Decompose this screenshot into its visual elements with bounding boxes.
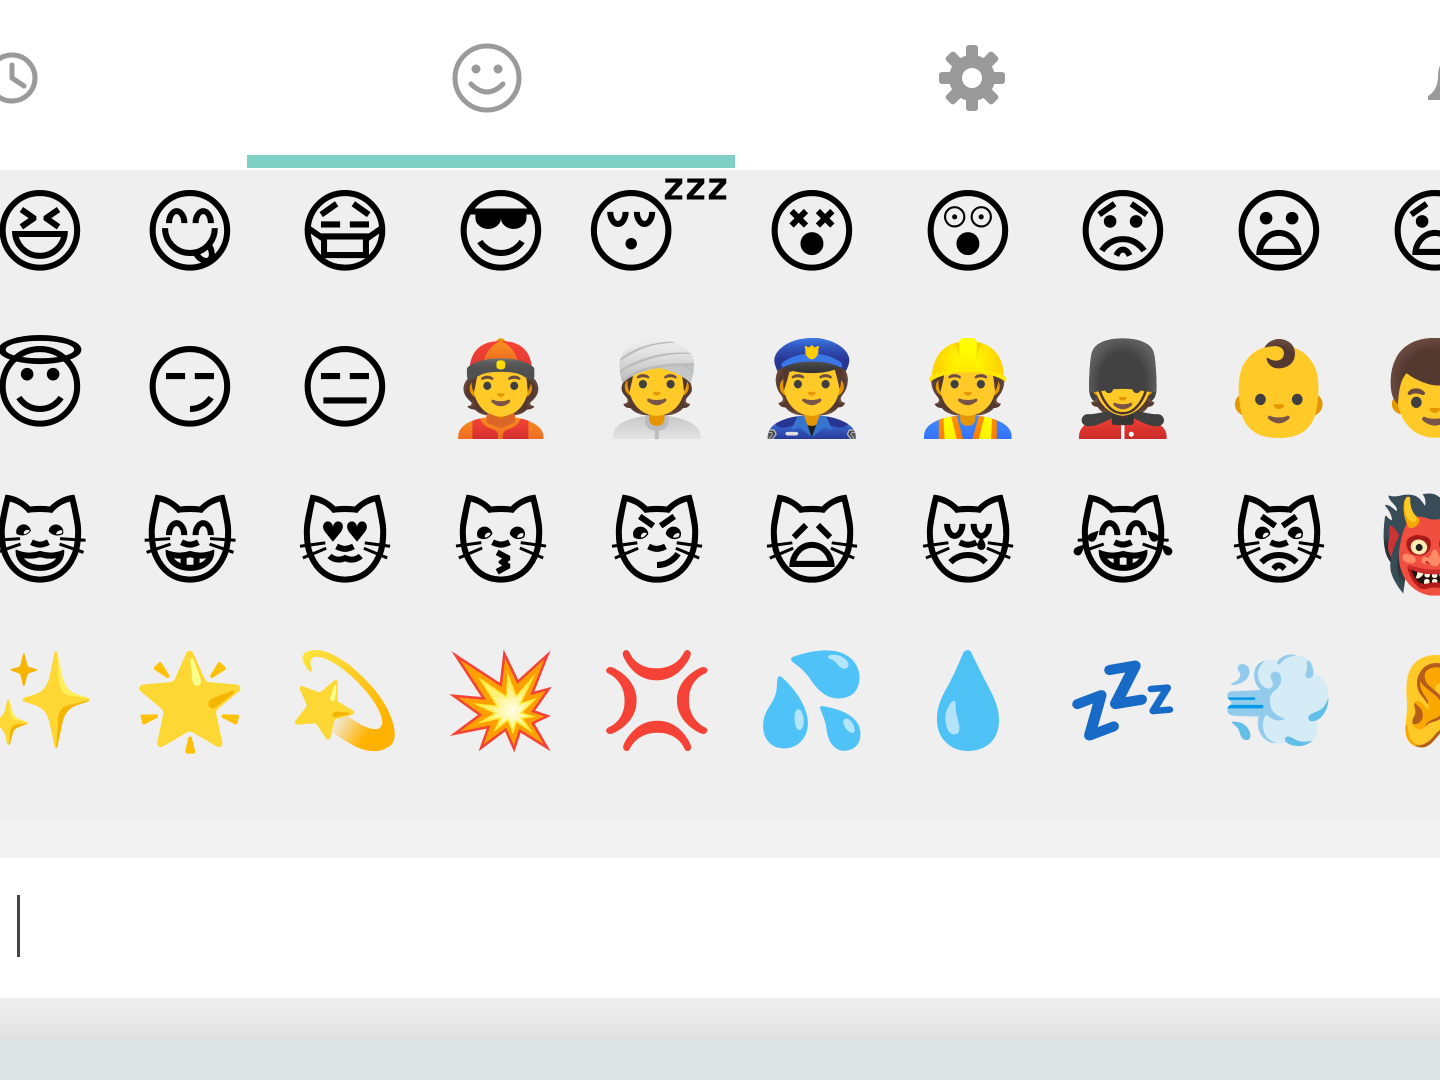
emoji-pouting-cat[interactable]: 😾 [1204, 470, 1354, 620]
emoji-crying-cat[interactable]: 😿 [893, 470, 1043, 620]
emoji-grinning-cat[interactable]: 😸 [115, 470, 265, 620]
emoji-mask[interactable]: 😷 [270, 170, 420, 308]
emoji-police-officer[interactable]: 👮 [737, 314, 887, 464]
bell-icon [1428, 65, 1440, 100]
emoji-zzz[interactable]: 💤 [1048, 626, 1198, 776]
emoji-laughing[interactable]: 😆 [0, 170, 115, 308]
emoji-ear[interactable]: 👂 [1360, 626, 1440, 776]
tab-settings[interactable] [735, 0, 1207, 170]
emoji-innocent[interactable]: 😇 [0, 314, 115, 464]
emoji-dizzy-face[interactable]: 😵 [737, 170, 887, 308]
emoji-sweat-drops[interactable]: 💦 [737, 626, 887, 776]
text-caret [17, 895, 20, 957]
emoji-frowning[interactable]: 😦 [1204, 170, 1354, 308]
active-tab-indicator [247, 155, 735, 168]
emoji-dizzy[interactable]: 💫 [270, 626, 420, 776]
message-input[interactable] [0, 858, 1440, 998]
emoji-worried[interactable]: 😟 [1048, 170, 1198, 308]
emoji-smirk-cat[interactable]: 😼 [582, 470, 732, 620]
emoji-guard[interactable]: 💂 [1048, 314, 1198, 464]
emoji-droplet[interactable]: 💧 [893, 626, 1043, 776]
tab-notifications[interactable] [1380, 0, 1440, 170]
clock-icon [0, 52, 38, 104]
emoji-heart-eyes-cat[interactable]: 😻 [270, 470, 420, 620]
emoji-tab-bar [0, 0, 1440, 170]
emoji-grid: 😆 😋 😷 😎 😴 😵 😲 😟 😦 😧 😇 😏 😑 👲 👳 👮 👷 💂 👶 👦 … [0, 170, 1440, 820]
emoji-sleeping[interactable]: 😴 [582, 170, 732, 308]
emoji-ogre[interactable]: 👹 [1360, 470, 1440, 620]
bottom-bar [0, 1038, 1440, 1080]
input-divider [0, 820, 1440, 858]
emoji-dash[interactable]: 💨 [1204, 626, 1354, 776]
gear-icon [939, 45, 1005, 111]
emoji-astonished[interactable]: 😲 [893, 170, 1043, 308]
emoji-joy-cat[interactable]: 😹 [1048, 470, 1198, 620]
emoji-boy[interactable]: 👦 [1360, 314, 1440, 464]
emoji-scream-cat[interactable]: 🙀 [737, 470, 887, 620]
tab-recent[interactable] [0, 0, 90, 170]
emoji-smirk[interactable]: 😏 [115, 314, 265, 464]
smiley-icon [452, 43, 522, 113]
emoji-turban[interactable]: 👳 [582, 314, 732, 464]
emoji-construction-worker[interactable]: 👷 [893, 314, 1043, 464]
emoji-kissing-cat[interactable]: 😽 [426, 470, 576, 620]
emoji-man-with-cap[interactable]: 👲 [426, 314, 576, 464]
emoji-glowing-star[interactable]: 🌟 [115, 626, 265, 776]
emoji-expressionless[interactable]: 😑 [270, 314, 420, 464]
input-bottom-edge [0, 998, 1440, 1038]
emoji-sparkles[interactable]: ✨ [0, 626, 115, 776]
emoji-baby[interactable]: 👶 [1204, 314, 1354, 464]
emoji-collision[interactable]: 💥 [426, 626, 576, 776]
emoji-yum[interactable]: 😋 [115, 170, 265, 308]
emoji-sunglasses[interactable]: 😎 [426, 170, 576, 308]
emoji-smiley-cat[interactable]: 😺 [0, 470, 115, 620]
emoji-anguished[interactable]: 😧 [1360, 170, 1440, 308]
emoji-anger[interactable]: 💢 [582, 626, 732, 776]
tab-smileys[interactable] [247, 0, 735, 170]
